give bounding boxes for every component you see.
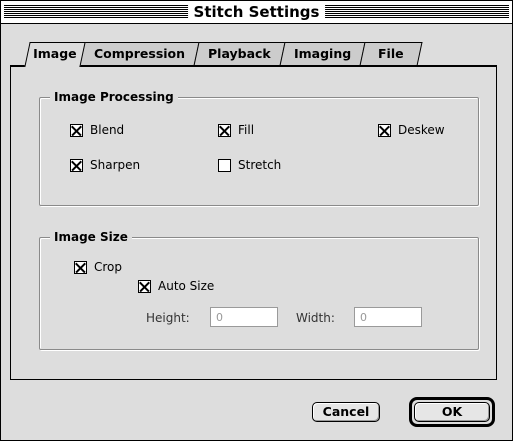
width-input[interactable] — [354, 307, 422, 327]
dialog-content: Image Compression Playback Imaging File … — [1, 24, 512, 440]
auto-size-label: Auto Size — [158, 279, 215, 293]
stretch-label: Stretch — [238, 158, 282, 172]
crop-label: Crop — [94, 260, 123, 274]
height-label: Height: — [146, 311, 190, 325]
fill-label: Fill — [238, 123, 255, 137]
tab-file[interactable]: File — [359, 42, 423, 66]
auto-size-checkbox[interactable]: Auto Size — [138, 279, 214, 293]
blend-checkbox[interactable]: Blend — [70, 123, 124, 137]
blend-checkbox-box[interactable] — [70, 123, 83, 137]
stretch-checkbox[interactable]: Stretch — [218, 158, 281, 172]
deskew-label: Deskew — [398, 123, 445, 137]
deskew-checkbox-box[interactable] — [378, 123, 391, 137]
tab-playback[interactable]: Playback — [193, 42, 286, 66]
cancel-button[interactable]: Cancel — [312, 402, 380, 422]
blend-label: Blend — [90, 123, 125, 137]
stretch-checkbox-box[interactable] — [218, 158, 231, 172]
crop-checkbox[interactable]: Crop — [74, 260, 122, 274]
height-input[interactable] — [210, 307, 278, 327]
image-size-group: Image Size Crop Auto Size Height: Width: — [39, 229, 479, 350]
deskew-checkbox[interactable]: Deskew — [378, 123, 445, 137]
image-processing-label: Image Processing — [50, 89, 178, 105]
sharpen-label: Sharpen — [90, 158, 141, 172]
image-processing-group: Image Processing Blend Fill Deskew Sharp… — [39, 89, 479, 206]
ok-button[interactable]: OK — [414, 402, 490, 422]
crop-checkbox-box[interactable] — [74, 260, 87, 274]
window-title: Stitch Settings — [187, 3, 326, 21]
sharpen-checkbox[interactable]: Sharpen — [70, 158, 140, 172]
sharpen-checkbox-box[interactable] — [70, 158, 83, 172]
tab-image[interactable]: Image — [24, 42, 86, 67]
tab-compression[interactable]: Compression — [79, 42, 200, 66]
image-size-label: Image Size — [50, 229, 132, 245]
width-label: Width: — [296, 311, 335, 325]
auto-size-checkbox-box[interactable] — [138, 279, 151, 293]
fill-checkbox-box[interactable] — [218, 123, 231, 137]
tab-imaging[interactable]: Imaging — [279, 42, 366, 66]
tab-panel-image: Image Processing Blend Fill Deskew Sharp… — [10, 65, 497, 380]
title-bar[interactable]: Stitch Settings — [1, 1, 512, 24]
stitch-settings-dialog: Stitch Settings Image Compression Playba… — [0, 0, 513, 441]
fill-checkbox[interactable]: Fill — [218, 123, 254, 137]
